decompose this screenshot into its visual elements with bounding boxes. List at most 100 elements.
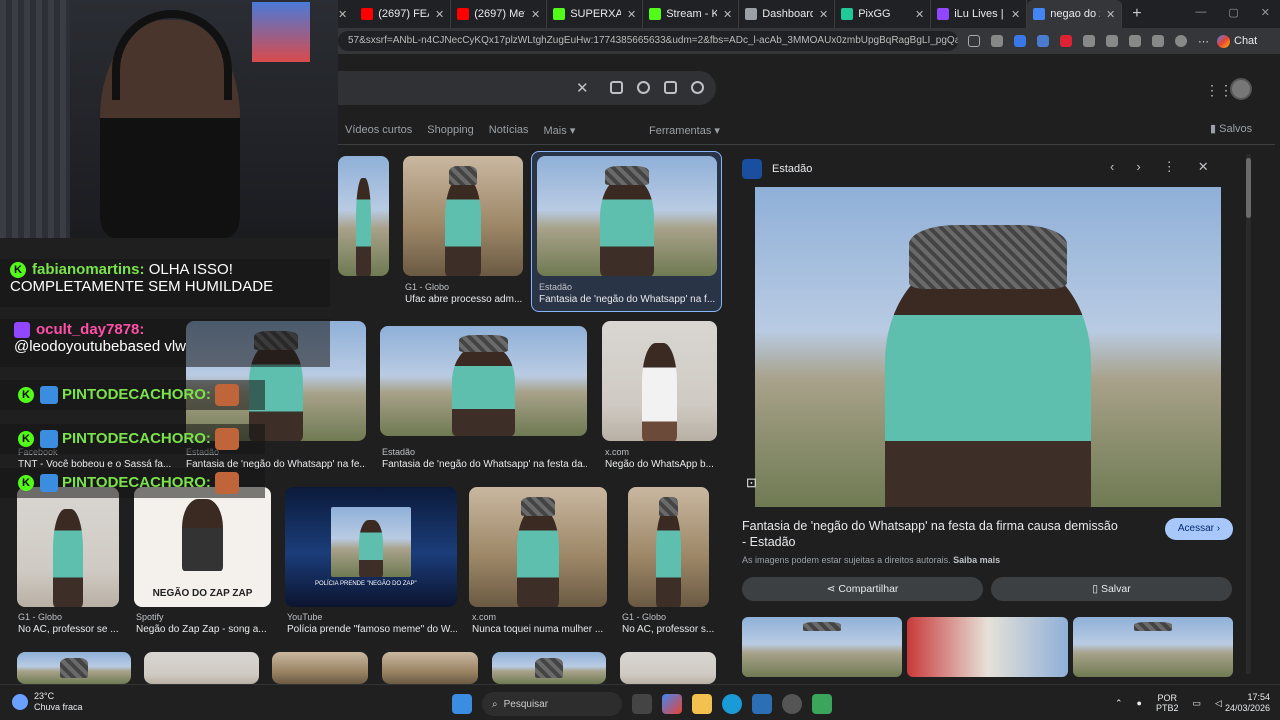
- keyboard-icon[interactable]: [610, 81, 623, 94]
- result-image[interactable]: [620, 652, 716, 684]
- pdf-icon[interactable]: [1060, 35, 1072, 47]
- related-image[interactable]: [907, 617, 1068, 677]
- filter-short-videos[interactable]: Vídeos curtos: [345, 124, 412, 137]
- result-caption[interactable]: G1 - Globo Ufac abre processo adm...: [405, 282, 523, 312]
- tab-close-icon[interactable]: ✕: [627, 8, 636, 21]
- prev-icon[interactable]: ‹: [1110, 159, 1114, 175]
- access-button[interactable]: Acessar ›: [1165, 518, 1233, 540]
- mic-icon[interactable]: [637, 81, 650, 94]
- result-image[interactable]: [17, 487, 119, 607]
- result-image[interactable]: [17, 652, 131, 684]
- scrollbar-thumb[interactable]: [1246, 158, 1251, 218]
- more-vert-icon[interactable]: ⋮: [1163, 159, 1176, 175]
- learn-more-link[interactable]: Saiba mais: [953, 555, 1000, 565]
- file-explorer-icon[interactable]: [692, 694, 712, 714]
- puzzle-icon[interactable]: [1083, 35, 1095, 47]
- url-field[interactable]: 57&sxsrf=ANbL-n4CJNecCyKQx17plzWLtghZugE…: [338, 31, 958, 51]
- weather-widget[interactable]: 23°C Chuva fraca: [12, 691, 83, 713]
- browser-tab[interactable]: SUPERXANDAO ✕: [547, 0, 644, 28]
- panel-source[interactable]: Estadão: [772, 163, 812, 175]
- obs-icon[interactable]: [782, 694, 802, 714]
- search-icon[interactable]: [691, 81, 704, 94]
- result-caption[interactable]: YouTube Polícia prende "famoso meme" do …: [287, 612, 457, 642]
- result-image[interactable]: [628, 487, 709, 607]
- browser-tab[interactable]: (2697) Metal Ins ✕: [451, 0, 548, 28]
- language-indicator[interactable]: POR PTB2: [1156, 693, 1179, 713]
- browser-tab[interactable]: PixGG ✕: [835, 0, 932, 28]
- minimize-icon[interactable]: —: [1195, 6, 1206, 19]
- result-image[interactable]: [492, 652, 606, 684]
- result-caption[interactable]: x.com Nunca toquei numa mulher ...: [472, 612, 607, 642]
- result-caption[interactable]: Estadão Fantasia de 'negão do Whatsapp' …: [539, 282, 717, 312]
- monitor-icon[interactable]: ▭: [1193, 698, 1202, 709]
- avatar[interactable]: [1230, 78, 1252, 100]
- result-image[interactable]: [380, 326, 587, 436]
- windows-start-icon[interactable]: [452, 694, 472, 714]
- profile-icon[interactable]: [1175, 35, 1187, 47]
- preview-image[interactable]: [755, 187, 1221, 507]
- clear-icon[interactable]: ✕: [576, 79, 589, 97]
- translate-icon[interactable]: [1037, 35, 1049, 47]
- shield-icon[interactable]: [1014, 35, 1026, 47]
- browser-tab[interactable]: negao do zap ✕: [1027, 0, 1123, 28]
- close-icon[interactable]: ✕: [1198, 159, 1209, 175]
- tab-close-icon[interactable]: ✕: [1011, 8, 1020, 21]
- settings-icon[interactable]: [1106, 35, 1118, 47]
- tab-close-icon[interactable]: ✕: [819, 8, 828, 21]
- search-box[interactable]: ✕: [320, 71, 716, 105]
- related-image[interactable]: [742, 617, 902, 677]
- volume-icon[interactable]: ◁: [1215, 698, 1222, 709]
- chevron-up-icon[interactable]: ⌃: [1115, 698, 1123, 709]
- chat-button[interactable]: Chat: [1217, 34, 1257, 48]
- result-image[interactable]: NEGÃO DO ZAP ZAP: [134, 487, 271, 607]
- result-image[interactable]: [602, 321, 717, 441]
- filter-news[interactable]: Notícias: [489, 124, 529, 137]
- browser-tab[interactable]: (2697) FEAR TH ✕: [355, 0, 452, 28]
- lens-icon[interactable]: [664, 81, 677, 94]
- task-view-icon[interactable]: [632, 694, 652, 714]
- copilot-icon[interactable]: [662, 694, 682, 714]
- filter-shopping[interactable]: Shopping: [427, 124, 474, 137]
- lens-icon[interactable]: ⊡: [746, 475, 757, 491]
- tools-button[interactable]: Ferramentas ▾: [649, 124, 720, 137]
- save-button[interactable]: ▯ Salvar: [991, 577, 1232, 601]
- result-image[interactable]: [144, 652, 259, 684]
- clock[interactable]: 17:54 24/03/2026: [1224, 692, 1270, 714]
- result-image[interactable]: [272, 652, 368, 684]
- edge-icon[interactable]: [722, 694, 742, 714]
- result-image-selected[interactable]: [537, 156, 717, 276]
- result-image[interactable]: [469, 487, 607, 607]
- tab-close-icon[interactable]: ✕: [723, 8, 732, 21]
- close-window-icon[interactable]: ✕: [1261, 6, 1270, 19]
- panel-title[interactable]: Fantasia de 'negão do Whatsapp' na festa…: [742, 518, 1122, 550]
- tab-close-icon[interactable]: ✕: [435, 8, 444, 21]
- tab-close-icon[interactable]: ✕: [531, 8, 540, 21]
- result-caption[interactable]: x.com Negão do WhatsApp b...: [605, 447, 717, 477]
- browser-tab[interactable]: Stream - Kick Da ✕: [643, 0, 740, 28]
- result-image[interactable]: [382, 652, 478, 684]
- more-icon[interactable]: ⋯: [1198, 35, 1209, 48]
- scrollbar[interactable]: [1246, 154, 1251, 674]
- app-icon[interactable]: [812, 694, 832, 714]
- new-tab-button[interactable]: +: [1132, 5, 1141, 23]
- result-image[interactable]: POLÍCIA PRENDE "NEGÃO DO ZAP": [285, 487, 457, 607]
- result-image[interactable]: [403, 156, 523, 276]
- filter-more[interactable]: Mais ▾: [544, 124, 576, 137]
- favorites-icon[interactable]: [1129, 35, 1141, 47]
- maximize-icon[interactable]: ▢: [1228, 6, 1238, 19]
- download-icon[interactable]: [1152, 35, 1164, 47]
- result-caption[interactable]: Spotify Negão do Zap Zap - song a...: [136, 612, 271, 642]
- browser-tab[interactable]: iLu Lives | React ✕: [931, 0, 1028, 28]
- result-caption[interactable]: G1 - Globo No AC, professor s...: [622, 612, 717, 642]
- result-image[interactable]: [338, 156, 389, 276]
- tab-close-icon[interactable]: ✕: [1106, 8, 1115, 21]
- result-caption[interactable]: Estadão Fantasia de 'negão do Whatsapp' …: [382, 447, 587, 477]
- next-icon[interactable]: ›: [1136, 159, 1140, 175]
- extension-icon[interactable]: [991, 35, 1003, 47]
- browser-tab[interactable]: Dashboard - Live ✕: [739, 0, 836, 28]
- share-button[interactable]: ⋖ Compartilhar: [742, 577, 983, 601]
- mic-icon[interactable]: ●: [1137, 698, 1142, 708]
- tab-close-icon[interactable]: ✕: [915, 8, 924, 21]
- related-image[interactable]: [1073, 617, 1233, 677]
- close-icon[interactable]: ✕: [338, 8, 347, 21]
